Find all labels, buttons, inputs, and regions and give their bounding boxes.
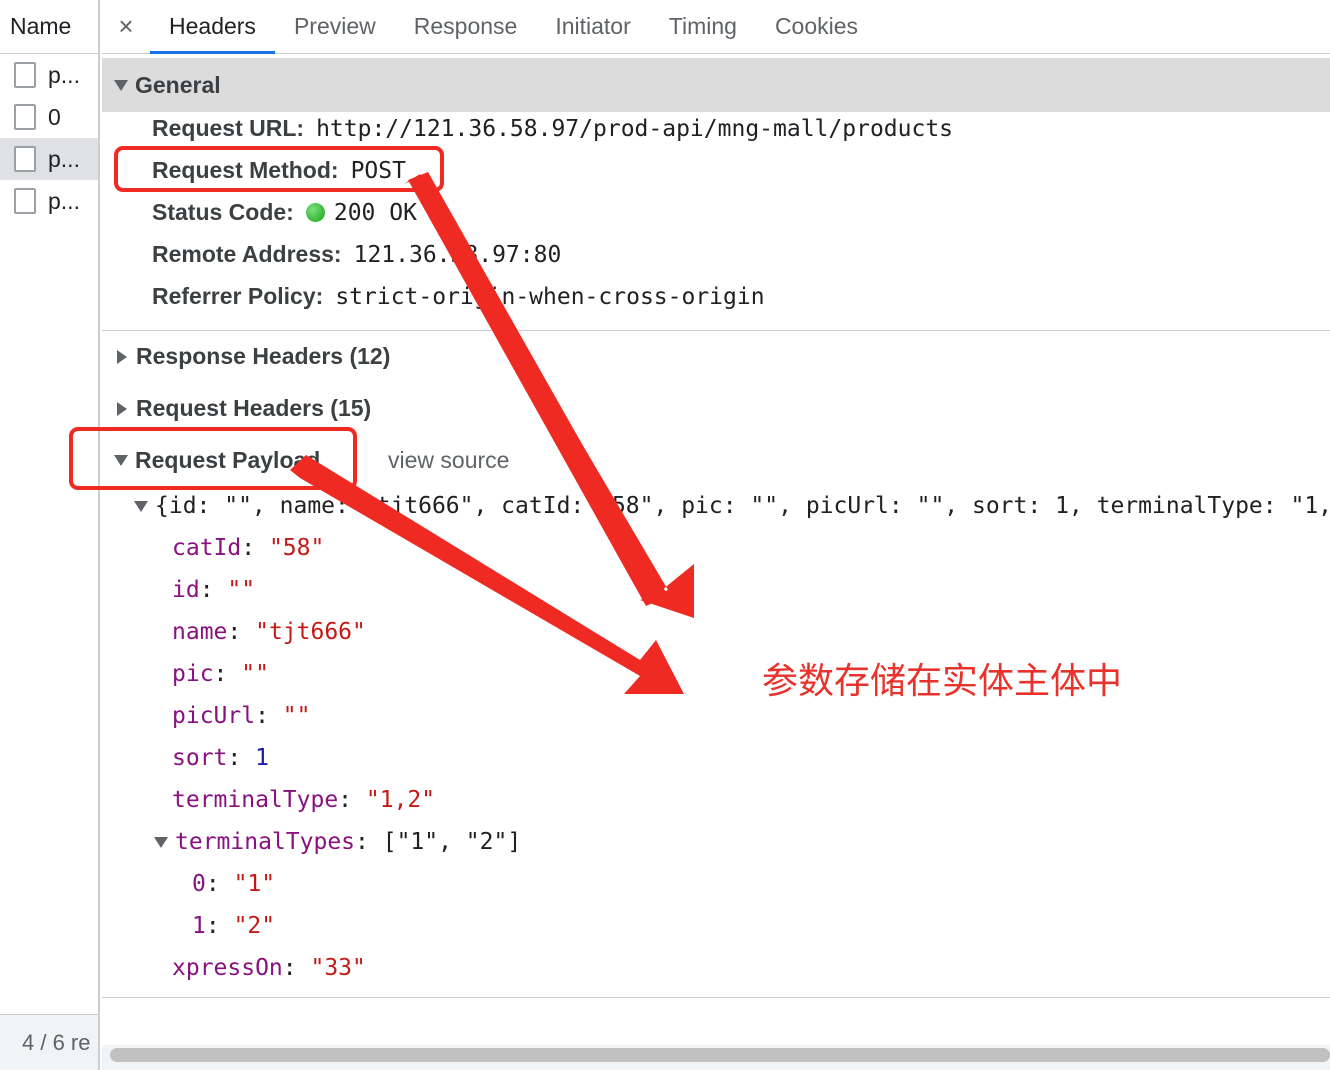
json-key: terminalTypes	[175, 829, 356, 855]
payload-field-row: pic: ""	[172, 661, 269, 687]
referrer-policy-row: Referrer Policy: strict-origin-when-cros…	[152, 283, 765, 310]
request-count-status: 4 / 6 re	[0, 1014, 98, 1070]
remote-address-row: Remote Address: 121.36.58.97:80	[152, 241, 561, 268]
status-code-row: Status Code: 200 OK	[152, 199, 417, 226]
request-headers-title: Request Headers (15)	[136, 395, 372, 421]
status-ok-icon	[305, 203, 325, 222]
request-method-row: Request Method: POST	[152, 157, 406, 184]
json-key: 1	[192, 913, 206, 939]
payload-field-row: sort: 1	[172, 745, 269, 771]
payload-root-row[interactable]: {id: "", name: "tjt666", catId: "58", pi…	[134, 493, 1330, 519]
scrollbar-thumb[interactable]	[110, 1048, 1330, 1062]
document-icon	[14, 62, 36, 88]
status-code-label: Status Code:	[152, 199, 294, 225]
request-url-label: Request URL:	[152, 115, 305, 141]
json-value: "1,2"	[365, 787, 436, 813]
payload-field-row: xpressOn: "33"	[172, 955, 366, 981]
expand-triangle-icon	[114, 455, 128, 466]
section-divider	[102, 330, 1330, 331]
response-headers-section[interactable]: Response Headers (12)	[114, 343, 390, 370]
request-row[interactable]: p...	[0, 180, 98, 222]
json-array-summary: ["1", "2"]	[382, 829, 522, 855]
json-key: name	[172, 619, 228, 645]
json-value: "33"	[310, 955, 366, 981]
request-name: p...	[48, 61, 80, 88]
json-key: catId	[172, 535, 242, 561]
headers-panel: General Request URL: http://121.36.58.97…	[102, 55, 1330, 1070]
name-column-header[interactable]: Name	[0, 0, 98, 54]
remote-address-value[interactable]: 121.36.58.97:80	[354, 242, 562, 268]
payload-field-row: id: ""	[172, 577, 256, 603]
payload-summary: {id: "", name: "tjt666", catId: "58", pi…	[155, 493, 1330, 519]
general-title: General	[135, 71, 221, 98]
request-row-selected[interactable]: p...	[0, 138, 98, 180]
document-icon	[14, 104, 36, 130]
json-key: xpressOn	[172, 955, 283, 981]
request-method-value[interactable]: POST	[351, 158, 406, 184]
tab-timing[interactable]: Timing	[650, 0, 756, 53]
expand-triangle-icon	[114, 79, 128, 91]
tab-headers[interactable]: Headers	[150, 0, 275, 54]
request-name: p...	[48, 145, 80, 172]
expand-triangle-icon	[154, 836, 168, 848]
request-row[interactable]: 0	[0, 96, 98, 138]
json-value: ""	[241, 661, 269, 687]
document-icon	[14, 146, 36, 172]
payload-array-row[interactable]: terminalTypes: ["1", "2"]	[154, 829, 521, 855]
request-headers-section[interactable]: Request Headers (15)	[114, 395, 371, 422]
json-key: terminalType	[172, 787, 339, 813]
horizontal-scrollbar[interactable]	[102, 1045, 1330, 1070]
request-method-label: Request Method:	[152, 157, 339, 183]
detail-tab-bar: × Headers Preview Response Initiator Tim…	[102, 0, 1330, 54]
section-divider	[102, 997, 1330, 998]
request-list-pane: Name p... 0 p... p... 4 / 6 re	[0, 0, 100, 1070]
document-icon	[14, 188, 36, 214]
payload-array-item: 0: "1"	[192, 871, 276, 897]
expand-triangle-icon	[134, 500, 148, 512]
request-name: p...	[48, 187, 80, 214]
json-value: 1	[255, 745, 269, 771]
referrer-policy-value[interactable]: strict-origin-when-cross-origin	[335, 284, 764, 310]
tab-initiator[interactable]: Initiator	[536, 0, 649, 53]
annotation-caption: 参数存储在实体主体中	[762, 661, 1123, 702]
json-value: "2"	[233, 913, 276, 939]
json-value: "58"	[268, 535, 325, 561]
json-value: "tjt666"	[255, 619, 366, 645]
collapse-triangle-icon	[117, 349, 127, 364]
json-key: sort	[172, 745, 228, 771]
tab-cookies[interactable]: Cookies	[756, 0, 877, 53]
json-key: picUrl	[172, 703, 256, 729]
remote-address-label: Remote Address:	[152, 241, 342, 267]
request-url-row: Request URL: http://121.36.58.97/prod-ap…	[152, 115, 953, 142]
request-row[interactable]: p...	[0, 54, 98, 96]
request-payload-title: Request Payload	[135, 447, 321, 473]
tab-response[interactable]: Response	[395, 0, 537, 53]
payload-field-row: catId: "58"	[172, 535, 325, 561]
general-section-header[interactable]: General	[102, 58, 1330, 112]
json-value: ""	[227, 577, 256, 603]
request-url-value[interactable]: http://121.36.58.97/prod-api/mng-mall/pr…	[316, 116, 953, 142]
json-key: pic	[172, 661, 214, 687]
json-key: id	[172, 577, 200, 603]
tab-preview[interactable]: Preview	[275, 0, 395, 53]
json-value: "1"	[233, 871, 276, 897]
response-headers-title: Response Headers (12)	[136, 343, 391, 369]
request-payload-section[interactable]: Request Payload	[114, 447, 320, 474]
payload-field-row: name: "tjt666"	[172, 619, 366, 645]
payload-array-item: 1: "2"	[192, 913, 276, 939]
view-source-link[interactable]: view source	[388, 447, 509, 474]
status-code-value[interactable]: 200 OK	[334, 200, 417, 226]
close-icon[interactable]: ×	[102, 0, 150, 53]
json-key: 0	[192, 871, 206, 897]
referrer-policy-label: Referrer Policy:	[152, 283, 324, 309]
payload-field-row: picUrl: ""	[172, 703, 311, 729]
collapse-triangle-icon	[117, 401, 127, 416]
payload-field-row: terminalType: "1,2"	[172, 787, 436, 813]
json-value: ""	[282, 703, 311, 729]
request-name: 0	[48, 103, 61, 130]
